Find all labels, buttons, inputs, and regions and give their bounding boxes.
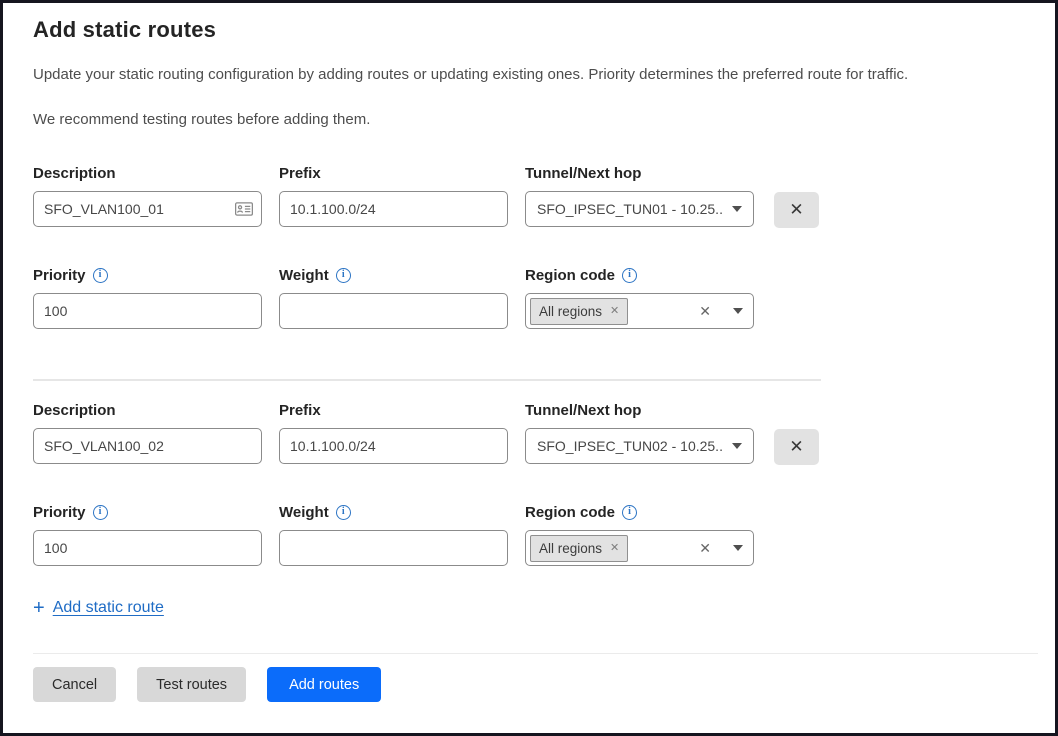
cancel-button[interactable]: Cancel (33, 667, 116, 702)
info-icon[interactable]: i (336, 505, 351, 520)
route-1-secondary-row: Priority i Weight i Region code i All re… (33, 267, 1025, 329)
footer-actions: Cancel Test routes Add routes (3, 654, 1055, 702)
weight-label: Weight (279, 267, 329, 284)
route-1-description-input[interactable] (33, 191, 262, 227)
chevron-down-icon[interactable] (733, 308, 743, 314)
route-2-main-row: Description Prefix Tunnel/Next hop SFO_I… (33, 402, 1025, 465)
priority-label: Priority (33, 267, 86, 284)
route-2-remove-button[interactable]: ✕ (774, 429, 819, 465)
route-2-prefix-input[interactable] (279, 428, 508, 464)
route-2-weight-field: Weight i (279, 504, 508, 566)
add-static-route-label: Add static route (53, 599, 164, 617)
route-2-prefix-field: Prefix (279, 402, 508, 464)
clear-selection-icon[interactable]: ✕ (699, 541, 711, 555)
tag-close-icon[interactable]: ✕ (610, 306, 619, 317)
region-tag-label: All regions (539, 304, 602, 319)
clear-selection-icon[interactable]: ✕ (699, 304, 711, 318)
description-label: Description (33, 402, 262, 419)
description-label: Description (33, 165, 262, 182)
add-routes-button[interactable]: Add routes (267, 667, 381, 702)
route-2-secondary-row: Priority i Weight i Region code i All re… (33, 504, 1025, 566)
page-title: Add static routes (33, 17, 1025, 43)
info-icon[interactable]: i (622, 505, 637, 520)
region-tag: All regions ✕ (530, 298, 628, 325)
weight-label: Weight (279, 504, 329, 521)
contact-card-icon (235, 202, 253, 216)
recommendation-text: We recommend testing routes before addin… (33, 111, 1025, 128)
route-2-region-multiselect[interactable]: All regions ✕ ✕ (525, 530, 754, 566)
route-2-tunnel-select[interactable]: SFO_IPSEC_TUN02 - 10.25... (525, 428, 754, 464)
route-1-priority-input[interactable] (33, 293, 262, 329)
chevron-down-icon (732, 206, 742, 212)
region-tag-label: All regions (539, 541, 602, 556)
route-1-region-multiselect[interactable]: All regions ✕ ✕ (525, 293, 754, 329)
add-static-route-link[interactable]: + Add static route (33, 598, 164, 618)
region-label: Region code (525, 267, 615, 284)
route-2-region-field: Region code i All regions ✕ ✕ (525, 504, 754, 566)
route-1-region-field: Region code i All regions ✕ ✕ (525, 267, 754, 329)
test-routes-button[interactable]: Test routes (137, 667, 246, 702)
route-2-description-field: Description (33, 402, 262, 464)
route-1-remove-button[interactable]: ✕ (774, 192, 819, 228)
route-1-weight-field: Weight i (279, 267, 508, 329)
intro-text: Update your static routing configuration… (33, 66, 1025, 83)
tag-close-icon[interactable]: ✕ (610, 543, 619, 554)
region-tag: All regions ✕ (530, 535, 628, 562)
route-1-prefix-input[interactable] (279, 191, 508, 227)
tunnel-label: Tunnel/Next hop (525, 402, 754, 419)
plus-icon: + (33, 598, 45, 618)
prefix-label: Prefix (279, 165, 508, 182)
section-divider (33, 379, 821, 381)
route-2-weight-input[interactable] (279, 530, 508, 566)
add-static-routes-dialog: Add static routes Update your static rou… (3, 3, 1055, 619)
route-1-main-row: Description Prefix Tunnel/Next hop SFO_ (33, 165, 1025, 228)
route-1-tunnel-select[interactable]: SFO_IPSEC_TUN01 - 10.25... (525, 191, 754, 227)
tunnel-label: Tunnel/Next hop (525, 165, 754, 182)
route-1-description-field: Description (33, 165, 262, 227)
prefix-label: Prefix (279, 402, 508, 419)
route-2-tunnel-field: Tunnel/Next hop SFO_IPSEC_TUN02 - 10.25.… (525, 402, 754, 464)
priority-label: Priority (33, 504, 86, 521)
region-label: Region code (525, 504, 615, 521)
chevron-down-icon[interactable] (733, 545, 743, 551)
route-2-priority-field: Priority i (33, 504, 262, 566)
chevron-down-icon (732, 443, 742, 449)
route-1-prefix-field: Prefix (279, 165, 508, 227)
info-icon[interactable]: i (93, 268, 108, 283)
route-1-weight-input[interactable] (279, 293, 508, 329)
tunnel-selected-value: SFO_IPSEC_TUN02 - 10.25... (537, 438, 724, 454)
route-2-priority-input[interactable] (33, 530, 262, 566)
route-2-description-input[interactable] (33, 428, 262, 464)
info-icon[interactable]: i (336, 268, 351, 283)
route-1-priority-field: Priority i (33, 267, 262, 329)
route-1-tunnel-field: Tunnel/Next hop SFO_IPSEC_TUN01 - 10.25.… (525, 165, 754, 227)
info-icon[interactable]: i (622, 268, 637, 283)
info-icon[interactable]: i (93, 505, 108, 520)
tunnel-selected-value: SFO_IPSEC_TUN01 - 10.25... (537, 201, 724, 217)
